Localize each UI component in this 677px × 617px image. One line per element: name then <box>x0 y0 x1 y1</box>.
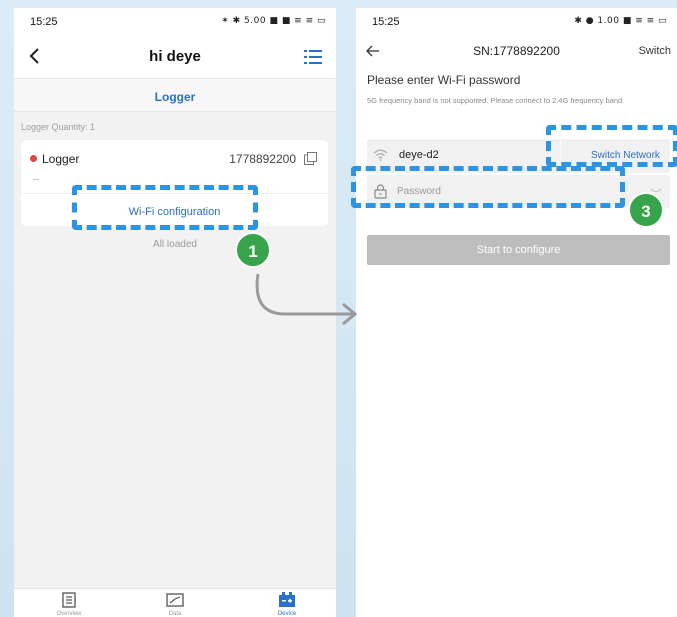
wifi-icon <box>373 149 388 161</box>
nav-overview[interactable]: Overview <box>39 592 99 617</box>
nav-overview-label: Overview <box>56 611 82 617</box>
serial-title: SN:1778892200 <box>473 44 560 58</box>
highlight-switch-network <box>546 125 677 167</box>
app-header: hi deye <box>14 36 336 78</box>
highlight-wifi-configuration <box>72 185 258 230</box>
nav-data-label: Data <box>168 611 182 617</box>
highlight-password-field <box>351 166 625 208</box>
status-bar: 15:25 ✶ ✱ 5.00 ■ ■ ≡ ≡ ▭ <box>14 8 336 36</box>
overview-icon <box>62 592 76 608</box>
status-time: 15:25 <box>30 16 58 28</box>
step-1-badge: 1 <box>235 232 271 268</box>
frequency-band-note: 5G frequency band is not supported. Plea… <box>367 96 625 105</box>
logger-serial: 1778892200 <box>229 152 296 166</box>
flow-arrow-icon <box>255 273 358 326</box>
logger-name: Logger <box>42 152 80 166</box>
nav-device[interactable]: Device <box>257 592 317 617</box>
bottom-nav: Overview Data Device <box>14 588 336 617</box>
logger-placeholder: -- <box>33 174 39 184</box>
data-icon <box>166 593 184 607</box>
status-icons: ✱ ● 1.00 ■ ≡ ≡ ▭ <box>574 16 667 26</box>
status-time: 15:25 <box>372 16 400 28</box>
step-3-badge: 3 <box>628 192 664 228</box>
network-ssid: deye-d2 <box>399 149 439 161</box>
wifi-password-prompt: Please enter Wi-Fi password <box>367 73 521 87</box>
nav-device-label: Device <box>277 611 297 617</box>
logger-quantity: Logger Quantity: 1 <box>21 122 96 132</box>
nav-data[interactable]: Data <box>145 592 205 617</box>
switch-button[interactable]: Switch <box>639 45 671 57</box>
start-configure-button[interactable]: Start to configure <box>367 235 670 265</box>
status-bar: 15:25 ✱ ● 1.00 ■ ≡ ≡ ▭ <box>356 8 677 36</box>
offline-status-dot <box>30 155 37 162</box>
tab-logger[interactable]: Logger <box>14 90 336 104</box>
right-phone-screen: 15:25 ✱ ● 1.00 ■ ≡ ≡ ▭ SN:1778892200 Swi… <box>356 8 677 617</box>
app-title: hi deye <box>149 48 201 65</box>
config-header: SN:1778892200 Switch <box>356 36 677 66</box>
status-icons: ✶ ✱ 5.00 ■ ■ ≡ ≡ ▭ <box>221 16 326 26</box>
all-loaded-text: All loaded <box>153 239 197 250</box>
device-icon <box>279 592 295 607</box>
tab-strip: Logger <box>14 78 336 112</box>
copy-icon[interactable] <box>304 152 317 165</box>
menu-list-icon[interactable] <box>304 50 322 64</box>
